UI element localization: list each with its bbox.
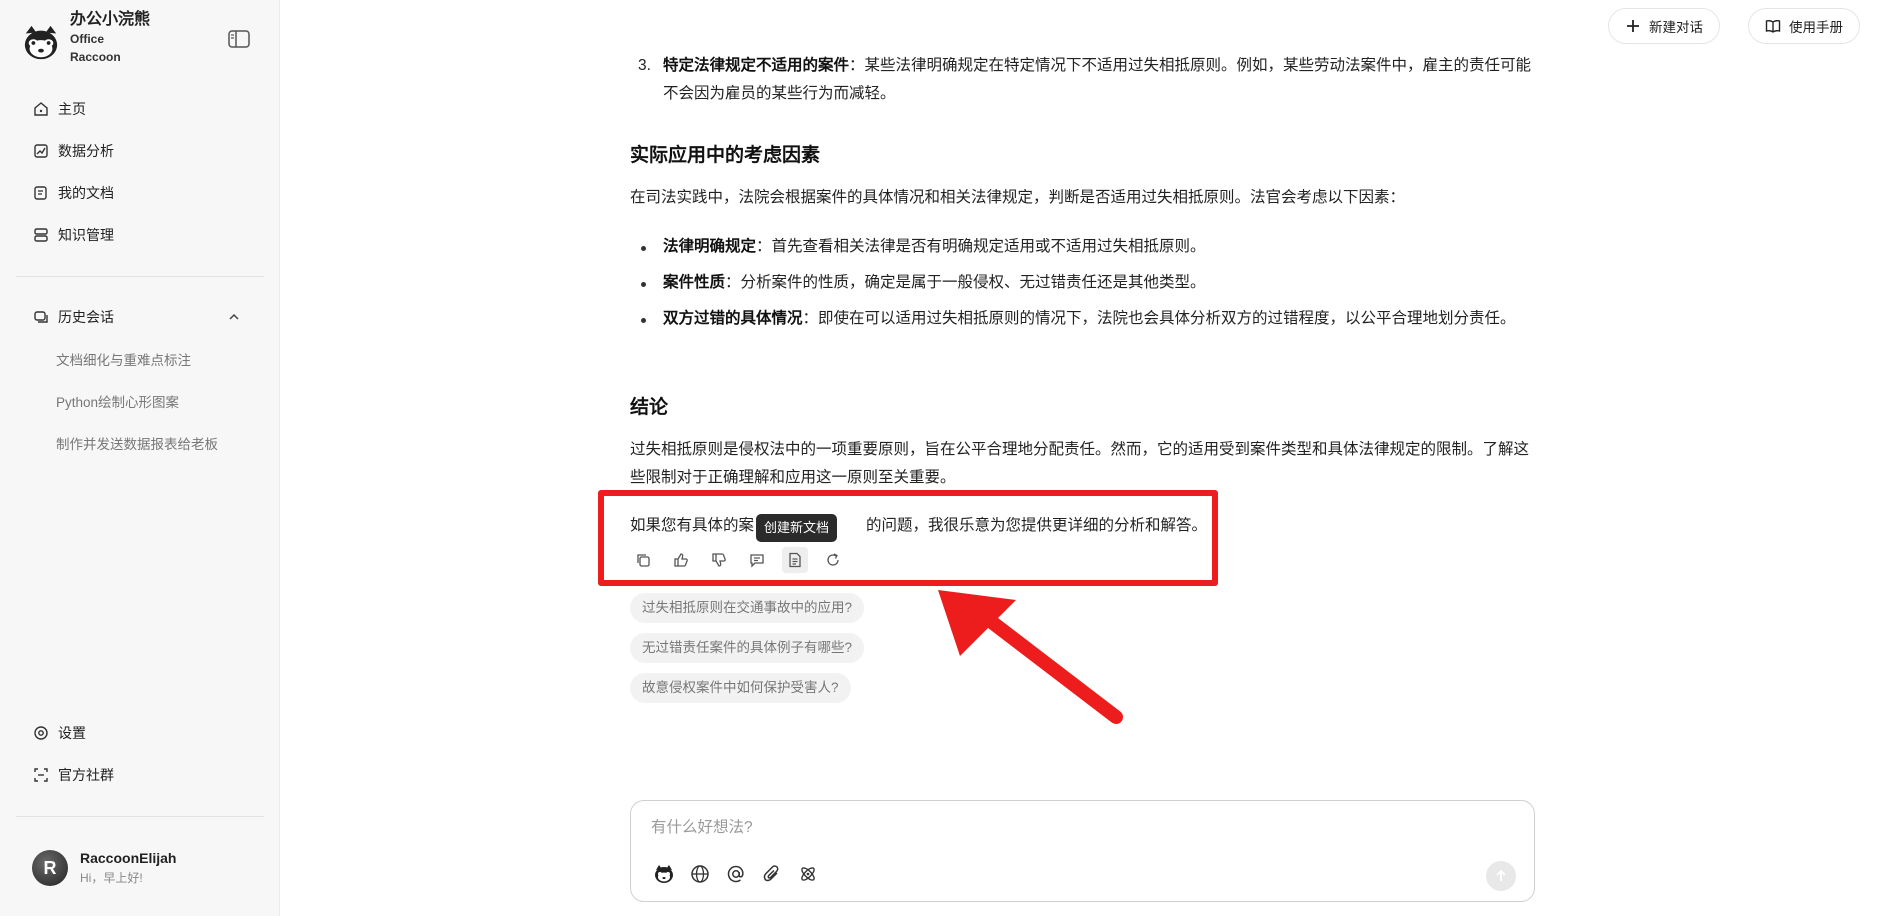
nav-label-knowledge: 知识管理 bbox=[58, 227, 114, 243]
nav-label-settings: 设置 bbox=[58, 725, 86, 741]
create-document-button[interactable] bbox=[782, 547, 808, 573]
atom-icon bbox=[801, 867, 815, 881]
list-item: 案件性质：分析案件的性质，确定是属于一般侵权、无过错责任还是其他类型。 bbox=[630, 269, 1535, 297]
annotation-arrow-icon bbox=[938, 590, 1123, 724]
bullet-title: 法律明确规定 bbox=[663, 238, 757, 255]
web-search-button[interactable] bbox=[687, 861, 713, 887]
gear-icon bbox=[34, 726, 48, 740]
heading-conclusion: 结论 bbox=[630, 397, 669, 418]
copy-icon bbox=[637, 554, 650, 567]
list-item-title: 特定法律规定不适用的案件 bbox=[663, 57, 850, 74]
nav-item-my-documents[interactable]: 我的文档 bbox=[16, 172, 264, 214]
plugin-button[interactable] bbox=[795, 861, 821, 887]
book-icon bbox=[1765, 20, 1781, 33]
document-icon bbox=[34, 186, 47, 200]
user-manual-label: 使用手册 bbox=[1789, 20, 1843, 35]
nav-label-community: 官方社群 bbox=[58, 767, 114, 783]
list-item: 法律明确规定：首先查看相关法律是否有明确规定适用或不适用过失相抵原则。 bbox=[630, 233, 1535, 261]
history-section-header[interactable]: 历史会话 bbox=[16, 296, 264, 338]
history-item[interactable]: 制作并发送数据报表给老板 bbox=[56, 424, 218, 466]
globe-icon bbox=[691, 865, 709, 883]
followup-text-b: 的问题，我很乐意为您提供更详细的分析和解答。 bbox=[866, 517, 1208, 534]
thumbs-down-icon bbox=[712, 553, 726, 567]
tooltip: 创建新文档 bbox=[756, 514, 838, 542]
nav-item-home[interactable]: 主页 bbox=[16, 88, 264, 130]
paperclip-icon bbox=[763, 865, 779, 882]
history-icon bbox=[34, 311, 48, 323]
home-icon bbox=[34, 102, 48, 116]
suggestion-chip[interactable]: 过失相抵原则在交通事故中的应用? bbox=[630, 593, 865, 623]
user-name: RaccoonElijah bbox=[80, 850, 177, 866]
history-title: 历史会话 bbox=[58, 309, 114, 325]
send-button[interactable] bbox=[1486, 861, 1516, 891]
knowledge-icon bbox=[34, 228, 48, 242]
arrow-up-icon bbox=[1496, 869, 1506, 881]
sidebar-toggle-icon[interactable] bbox=[228, 30, 250, 48]
nav-item-community[interactable]: 官方社群 bbox=[16, 754, 264, 796]
brand[interactable]: 办公小浣熊 Office Raccoon bbox=[22, 10, 150, 66]
raccoon-logo-icon bbox=[24, 25, 58, 60]
comment-button[interactable] bbox=[744, 547, 770, 573]
suggestion-chip[interactable]: 无过错责任案件的具体例子有哪些? bbox=[630, 633, 865, 663]
list-item: 双方过错的具体情况：即使在可以适用过失相抵原则的情况下，法院也会具体分析双方的过… bbox=[630, 305, 1535, 333]
brand-name-en-2: Raccoon bbox=[70, 50, 121, 64]
sidebar-divider bbox=[16, 816, 264, 817]
user-manual-button[interactable]: 使用手册 bbox=[1748, 8, 1860, 44]
nav-item-knowledge[interactable]: 知识管理 bbox=[16, 214, 264, 256]
bullet-text: ：即使在可以适用过失相抵原则的情况下，法院也会具体分析双方的过错程度，以公平合理… bbox=[802, 310, 1516, 327]
nav-item-settings[interactable]: 设置 bbox=[16, 712, 264, 754]
message-actions bbox=[630, 547, 858, 573]
thumbs-down-button[interactable] bbox=[706, 547, 732, 573]
paragraph-practical: 在司法实践中，法院会根据案件的具体情况和相关法律规定，判断是否适用过失相抵原则。… bbox=[630, 189, 1406, 206]
user-greeting: Hi，早上好! bbox=[80, 871, 143, 885]
chat-input-box bbox=[630, 800, 1535, 902]
history-item[interactable]: 文档细化与重难点标注 bbox=[56, 340, 218, 382]
thumbs-up-icon bbox=[674, 553, 688, 567]
raccoon-agent-button[interactable] bbox=[651, 861, 677, 887]
list-item: 3. 特定法律规定不适用的案件：某些法律明确规定在特定情况下不适用过失相抵原则。… bbox=[630, 52, 1535, 108]
new-chat-button[interactable]: 新建对话 bbox=[1608, 8, 1720, 44]
bullet-title: 案件性质 bbox=[663, 274, 726, 291]
attach-file-button[interactable] bbox=[759, 861, 785, 887]
chart-icon bbox=[34, 144, 48, 158]
bullet-text: ：分析案件的性质，确定是属于一般侵权、无过错责任还是其他类型。 bbox=[725, 274, 1206, 291]
community-icon bbox=[34, 768, 48, 782]
plus-icon bbox=[1627, 20, 1639, 32]
mention-button[interactable] bbox=[723, 861, 749, 887]
thumbs-up-button[interactable] bbox=[668, 547, 694, 573]
regenerate-button[interactable] bbox=[820, 547, 846, 573]
sidebar-divider bbox=[16, 276, 264, 277]
bullet-text: ：首先查看相关法律是否有明确规定适用或不适用过失相抵原则。 bbox=[756, 238, 1206, 255]
list-number: 3. bbox=[638, 57, 651, 74]
comment-icon bbox=[750, 554, 764, 568]
nav-label-my-documents: 我的文档 bbox=[58, 185, 114, 201]
chat-input[interactable] bbox=[651, 819, 1511, 837]
history-item[interactable]: Python绘制心形图案 bbox=[56, 382, 218, 424]
refresh-icon bbox=[827, 553, 839, 566]
raccoon-icon bbox=[655, 865, 673, 883]
brand-name-cn: 办公小浣熊 bbox=[70, 11, 151, 28]
followup-text-a: 如果您有具体的案 bbox=[630, 517, 755, 534]
nav-label-data-analysis: 数据分析 bbox=[58, 143, 114, 159]
chevron-up-icon[interactable] bbox=[226, 309, 242, 325]
brand-name-en-1: Office bbox=[70, 32, 105, 46]
heading-practical: 实际应用中的考虑因素 bbox=[630, 145, 821, 166]
copy-button[interactable] bbox=[630, 547, 656, 573]
user-profile[interactable]: R RaccoonElijah Hi，早上好! bbox=[32, 850, 176, 886]
avatar: R bbox=[32, 850, 68, 886]
nav-item-data-analysis[interactable]: 数据分析 bbox=[16, 130, 264, 172]
suggestion-chip[interactable]: 故意侵权案件中如何保护受害人? bbox=[630, 673, 851, 703]
at-icon bbox=[727, 865, 744, 883]
input-toolbar bbox=[651, 861, 831, 887]
paragraph-conclusion: 过失相抵原则是侵权法中的一项重要原则，旨在公平合理地分配责任。然而，它的适用受到… bbox=[630, 441, 1530, 486]
main-nav: 主页 数据分析 我的文档 知识管理 bbox=[16, 88, 264, 256]
new-chat-label: 新建对话 bbox=[1649, 20, 1703, 35]
document-icon bbox=[789, 552, 801, 568]
bullet-title: 双方过错的具体情况 bbox=[663, 310, 803, 327]
history-list: 文档细化与重难点标注 Python绘制心形图案 制作并发送数据报表给老板 bbox=[56, 340, 218, 466]
sidebar: 办公小浣熊 Office Raccoon 主页 数据分析 我的文档 知识管理 历… bbox=[0, 0, 280, 916]
nav-label-home: 主页 bbox=[58, 101, 86, 117]
bottom-nav: 设置 官方社群 bbox=[16, 712, 264, 796]
